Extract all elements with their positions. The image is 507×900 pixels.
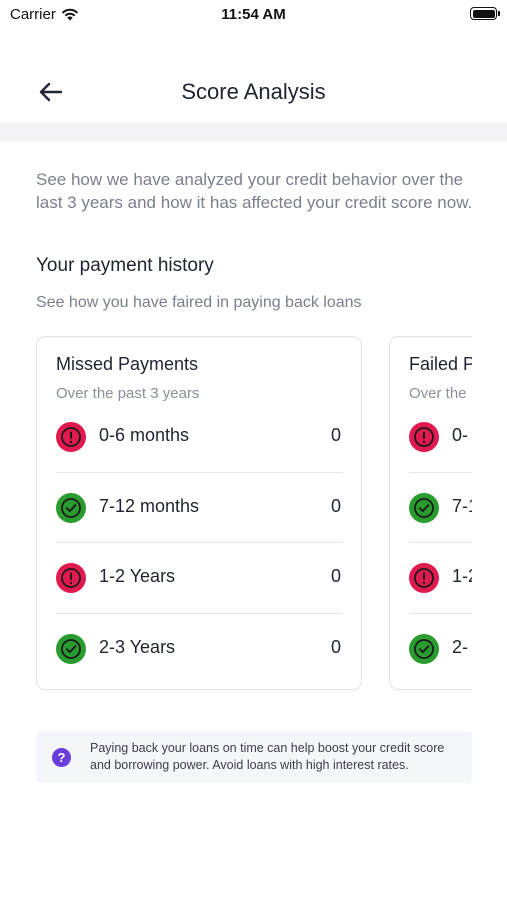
card-subtitle: Over the past 3 years bbox=[56, 385, 200, 402]
alert-icon bbox=[409, 563, 439, 593]
page-title: Score Analysis bbox=[181, 79, 326, 104]
intro-text: See how we have analyzed your credit beh… bbox=[36, 170, 473, 212]
status-time: 11:54 AM bbox=[221, 6, 286, 23]
card-subtitle: Over the bbox=[409, 385, 467, 402]
payment-history-title: Your payment history bbox=[36, 255, 214, 276]
list-item: 2- bbox=[409, 614, 472, 685]
row-label: 0-6 months bbox=[99, 425, 190, 445]
cards-carousel[interactable]: Missed Payments Over the past 3 years 0-… bbox=[36, 336, 472, 692]
list-item: 2-3 Years 0 bbox=[56, 614, 343, 685]
battery-icon bbox=[470, 7, 500, 20]
alert-icon bbox=[409, 422, 439, 452]
list-item: 1-2 bbox=[409, 543, 472, 614]
row-label: 7-12 months bbox=[99, 495, 200, 516]
row-value: 0 bbox=[330, 425, 341, 445]
check-icon bbox=[409, 633, 439, 664]
alert-icon bbox=[56, 563, 86, 593]
check-icon bbox=[56, 492, 86, 523]
row-value: 0 bbox=[330, 566, 341, 586]
row-label: 1-2 bbox=[452, 566, 472, 586]
row-label: 0- bbox=[452, 425, 469, 445]
list-item: 7-1 bbox=[409, 473, 472, 543]
card-title: Failed P bbox=[409, 354, 472, 374]
check-icon bbox=[56, 633, 86, 664]
row-label: 2- bbox=[452, 636, 469, 657]
row-label: 2-3 Years bbox=[99, 636, 176, 657]
row-label: 7-1 bbox=[452, 495, 472, 516]
failed-payments-card: Failed P Over the 0- 7-1 1-2 bbox=[389, 336, 472, 690]
row-value: 0 bbox=[330, 495, 341, 516]
card-title: Missed Payments bbox=[56, 354, 199, 374]
nav-bar: Score Analysis bbox=[0, 62, 507, 122]
row-label: 1-2 Years bbox=[99, 566, 176, 586]
list-item: 0-6 months 0 bbox=[56, 402, 343, 473]
list-item: 7-12 months 0 bbox=[56, 473, 343, 543]
check-icon bbox=[409, 492, 439, 523]
tip-text: Paying back your loans on time can help … bbox=[90, 741, 445, 772]
header-divider bbox=[0, 122, 507, 142]
missed-payments-card: Missed Payments Over the past 3 years 0-… bbox=[36, 336, 362, 690]
list-item: 0- bbox=[409, 402, 472, 473]
payment-history-subtitle: See how you have faired in paying back l… bbox=[36, 294, 362, 311]
row-value: 0 bbox=[330, 636, 341, 657]
status-bar: Carrier 11:54 AM bbox=[0, 0, 507, 30]
alert-icon bbox=[56, 422, 86, 452]
list-item: 1-2 Years 0 bbox=[56, 543, 343, 614]
tip-banner: ? Paying back your loans on time can hel… bbox=[36, 731, 472, 783]
question-icon: ? bbox=[52, 748, 71, 767]
battery-level bbox=[472, 9, 495, 18]
